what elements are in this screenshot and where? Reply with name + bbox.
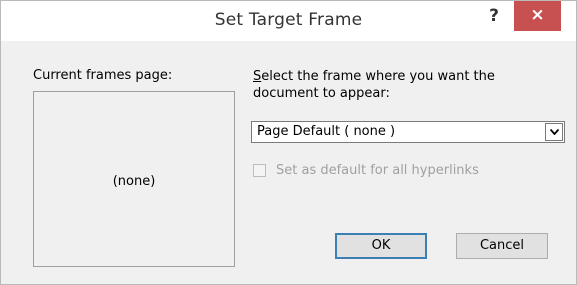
close-button[interactable]: × bbox=[514, 1, 561, 31]
current-frames-label: Current frames page: bbox=[33, 68, 173, 83]
chevron-down-icon[interactable] bbox=[545, 123, 563, 141]
default-hyperlinks-label: Set as default for all hyperlinks bbox=[276, 163, 479, 178]
frames-preview-text: (none) bbox=[112, 174, 156, 189]
close-icon: × bbox=[530, 5, 545, 25]
select-frame-label: Select the frame where you want the docu… bbox=[253, 68, 553, 102]
help-button[interactable]: ? bbox=[481, 4, 507, 28]
set-target-frame-dialog: Set Target Frame ? × Current frames page… bbox=[0, 0, 577, 285]
target-frame-select-value: Page Default ( none ) bbox=[257, 124, 396, 139]
target-frame-select[interactable]: Page Default ( none ) bbox=[251, 121, 565, 143]
cancel-button[interactable]: Cancel bbox=[456, 233, 548, 259]
select-frame-label-text: elect the frame where you want the docum… bbox=[253, 69, 495, 101]
default-hyperlinks-checkbox[interactable] bbox=[253, 164, 266, 177]
current-frames-preview[interactable]: (none) bbox=[33, 91, 235, 267]
ok-button[interactable]: OK bbox=[335, 233, 427, 259]
title-bar: Set Target Frame ? × bbox=[1, 1, 576, 41]
